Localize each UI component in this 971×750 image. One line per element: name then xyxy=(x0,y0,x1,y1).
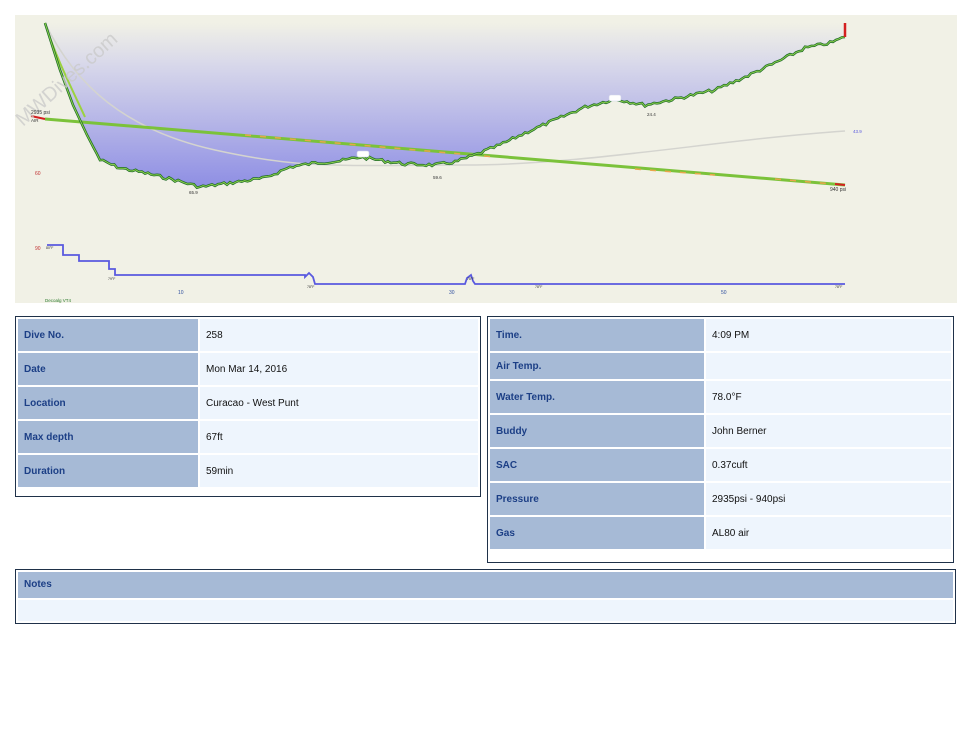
temp-label-4: 78°F xyxy=(467,277,474,281)
max-depth-value: 67ft xyxy=(200,421,478,453)
buddy-label: Buddy xyxy=(490,415,704,447)
location-label: Location xyxy=(18,387,198,419)
temp-label-1: 80°F xyxy=(46,246,53,250)
date-label: Date xyxy=(18,353,198,385)
pressure-label: Pressure xyxy=(490,483,704,515)
water-temp-label: Water Temp. xyxy=(490,381,704,413)
temp-label-6: 78°F xyxy=(835,285,842,289)
gas-label: Gas xyxy=(490,517,704,549)
table-row: Gas AL80 air xyxy=(490,517,951,549)
depth-label-1: 65.9 xyxy=(189,190,198,195)
time-label-50: 50 xyxy=(721,290,727,296)
water-temp-value: 78.0°F xyxy=(706,381,951,413)
table-row: Air Temp. xyxy=(490,353,951,379)
dive-summary-table: Dive No. 258 Date Mon Mar 14, 2016 Locat… xyxy=(16,317,480,489)
dive-no-label: Dive No. xyxy=(18,319,198,351)
depth-scale-label-60: 60 xyxy=(35,171,41,177)
dive-profile-chart: MWDives.com 2935 psi AIR 940 psi 60 90 6… xyxy=(15,15,957,303)
table-row: Time. 4:09 PM xyxy=(490,319,951,351)
table-row: Date Mon Mar 14, 2016 xyxy=(18,353,478,385)
table-row: Dive No. 258 xyxy=(18,319,478,351)
dive-details-panel: Time. 4:09 PM Air Temp. Water Temp. 78.0… xyxy=(487,316,954,563)
table-row: Max depth 67ft xyxy=(18,421,478,453)
table-row: Location Curacao - West Punt xyxy=(18,387,478,419)
table-row: Pressure 2935psi - 940psi xyxy=(490,483,951,515)
notes-panel: Notes xyxy=(15,569,956,624)
dive-details-table: Time. 4:09 PM Air Temp. Water Temp. 78.0… xyxy=(488,317,953,551)
end-pressure-marker xyxy=(834,183,846,186)
temp-right-label: 43.9 xyxy=(853,129,862,134)
table-row: Buddy John Berner xyxy=(490,415,951,447)
start-pressure-label: 2935 psi xyxy=(31,110,50,116)
time-label-10: 10 xyxy=(178,290,184,296)
table-row: Water Temp. 78.0°F xyxy=(490,381,951,413)
depth-label-3: 24.4 xyxy=(647,112,656,117)
notes-header: Notes xyxy=(18,572,953,598)
sac-label: SAC xyxy=(490,449,704,481)
depth-scale-label-90: 90 xyxy=(35,246,41,252)
max-depth-label: Max depth xyxy=(18,421,198,453)
table-row: SAC 0.37cuft xyxy=(490,449,951,481)
pressure-value: 2935psi - 940psi xyxy=(706,483,951,515)
buddy-value: John Berner xyxy=(706,415,951,447)
dive-no-value: 258 xyxy=(200,319,478,351)
time-label-30: 30 xyxy=(449,290,455,296)
deco-label: Decoalg VT4 xyxy=(45,298,72,303)
notes-body[interactable] xyxy=(18,600,953,621)
air-temp-label: Air Temp. xyxy=(490,353,704,379)
table-row: Duration 59min xyxy=(18,455,478,487)
location-value: Curacao - West Punt xyxy=(200,387,478,419)
temp-label-5: 78°F xyxy=(535,285,542,289)
air-temp-value xyxy=(706,353,951,379)
end-pressure-label: 940 psi xyxy=(830,187,846,193)
temp-label-3: 78°F xyxy=(307,285,314,289)
duration-label: Duration xyxy=(18,455,198,487)
temp-label-2: 79°F xyxy=(108,277,115,281)
time-label: Time. xyxy=(490,319,704,351)
dive-summary-panel: Dive No. 258 Date Mon Mar 14, 2016 Locat… xyxy=(15,316,481,497)
air-label: AIR xyxy=(31,118,39,123)
gas-value: AL80 air xyxy=(706,517,951,549)
duration-value: 59min xyxy=(200,455,478,487)
date-value: Mon Mar 14, 2016 xyxy=(200,353,478,385)
depth-label-2: 59.6 xyxy=(433,175,442,180)
time-value: 4:09 PM xyxy=(706,319,951,351)
sac-value: 0.37cuft xyxy=(706,449,951,481)
